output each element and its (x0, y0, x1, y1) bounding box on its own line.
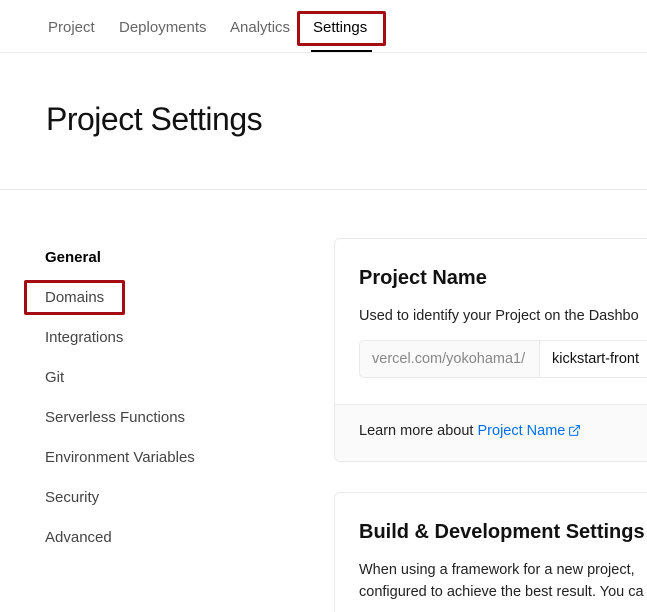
learn-more-text: Learn more about Project Name (359, 423, 581, 441)
build-settings-description-line2: configured to achieve the best result. Y… (359, 584, 644, 600)
project-name-description: Used to identify your Project on the Das… (359, 308, 639, 324)
external-link-icon (568, 424, 581, 441)
project-name-input[interactable] (541, 341, 647, 377)
tab-settings[interactable]: Settings (313, 18, 367, 38)
page: Project Deployments Analytics Settings P… (0, 0, 647, 612)
project-name-title: Project Name (359, 267, 487, 289)
page-header: Project Settings (0, 53, 647, 190)
tab-project[interactable]: Project (48, 18, 95, 38)
sidebar-item-security[interactable]: Security (45, 488, 99, 508)
tab-deployments[interactable]: Deployments (119, 18, 207, 38)
project-name-input-group: vercel.com/yokohama1/ (359, 340, 647, 378)
build-settings-card: Build & Development Settings When using … (334, 492, 647, 612)
project-name-docs-link[interactable]: Project Name (478, 423, 582, 439)
learn-more-label: Learn more about (359, 423, 478, 439)
build-settings-title: Build & Development Settings (359, 521, 645, 543)
build-settings-description-line1: When using a framework for a new project… (359, 562, 635, 578)
top-nav: Project Deployments Analytics Settings (0, 0, 647, 53)
active-tab-underline (311, 50, 372, 52)
tab-analytics[interactable]: Analytics (230, 18, 290, 38)
sidebar-item-domains[interactable]: Domains (45, 288, 104, 308)
sidebar-item-serverless-functions[interactable]: Serverless Functions (45, 408, 185, 428)
sidebar-item-git[interactable]: Git (45, 368, 64, 388)
url-prefix: vercel.com/yokohama1/ (360, 341, 540, 377)
settings-sidebar: General Domains Integrations Git Serverl… (0, 190, 320, 612)
sidebar-item-integrations[interactable]: Integrations (45, 328, 123, 348)
sidebar-item-environment-variables[interactable]: Environment Variables (45, 448, 195, 468)
project-name-card: Project Name Used to identify your Proje… (334, 238, 647, 462)
project-name-link-label: Project Name (477, 423, 566, 439)
sidebar-item-advanced[interactable]: Advanced (45, 528, 112, 548)
sidebar-item-general[interactable]: General (45, 248, 101, 268)
project-name-card-footer: Learn more about Project Name (335, 404, 647, 461)
page-title: Project Settings (46, 101, 263, 137)
